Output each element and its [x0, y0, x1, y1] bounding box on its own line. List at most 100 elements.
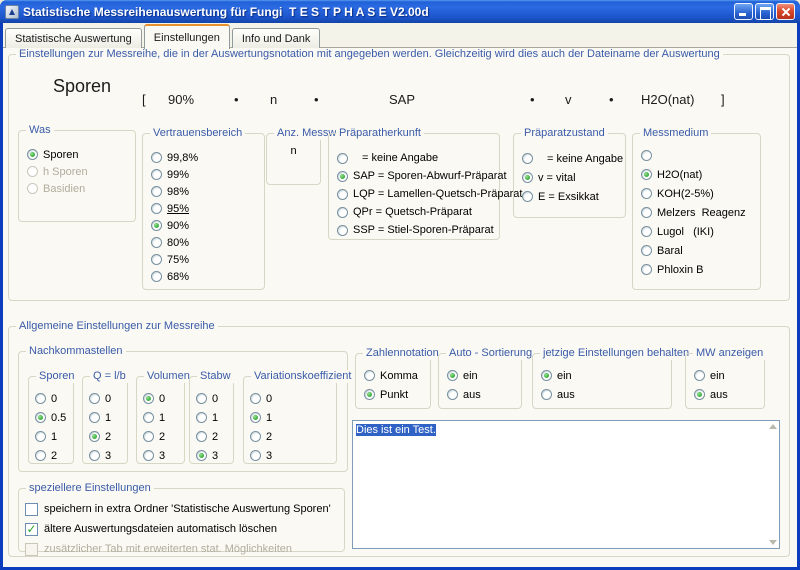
radio-zustand-exsikkat[interactable]: E = Exsikkat [522, 187, 625, 206]
scroll-up-icon[interactable] [769, 424, 777, 429]
radio-nk-stabw-1[interactable]: 1 [196, 408, 233, 427]
radio-medium-koh[interactable]: KOH(2-5%) [641, 184, 760, 203]
radio-nk-q-2[interactable]: 2 [89, 427, 127, 446]
radio-icon [694, 370, 705, 381]
tab-statistische-auswertung[interactable]: Statistische Auswertung [5, 28, 142, 48]
formula-count: n [270, 92, 277, 107]
radio-medium-melzers[interactable]: Melzers Reagenz [641, 203, 760, 222]
formula-bracket-close: ] [721, 92, 725, 107]
radio-was-sporen[interactable]: Sporen [27, 146, 135, 163]
window-body: Statistische Auswertung Einstellungen In… [3, 23, 797, 567]
radio-sortierung-aus[interactable]: aus [447, 385, 521, 404]
radio-medium-h2o[interactable]: H2O(nat) [641, 165, 760, 184]
radio-nk-q-1[interactable]: 1 [89, 408, 127, 427]
radio-vb-75[interactable]: 75% [151, 251, 264, 268]
radio-medium-lugol[interactable]: Lugol (IKI) [641, 222, 760, 241]
radio-herkunft-ssp[interactable]: SSP = Stiel-Sporen-Präparat [337, 221, 499, 239]
radio-behalten-ein[interactable]: ein [541, 366, 671, 385]
radio-icon [143, 431, 154, 442]
checkbox-zusatz-tab: zusätzlicher Tab mit erweiterten stat. M… [25, 539, 344, 559]
radio-herkunft-qpr[interactable]: QPr = Quetsch-Präparat [337, 203, 499, 221]
radio-nk-sporen-2[interactable]: 2 [35, 446, 73, 465]
radio-vb-80[interactable]: 80% [151, 234, 264, 251]
radio-icon [196, 450, 207, 461]
checkbox-extra-ordner[interactable]: speichern in extra Ordner 'Statistische … [25, 499, 344, 519]
minimize-button[interactable] [734, 3, 753, 20]
radio-icon [250, 450, 261, 461]
radio-behalten-aus[interactable]: aus [541, 385, 671, 404]
radio-nk-stabw-3[interactable]: 3 [196, 446, 233, 465]
radio-vb-68[interactable]: 68% [151, 268, 264, 285]
radio-mw-aus[interactable]: aus [694, 385, 764, 404]
radio-zustand-keine-angabe[interactable]: = keine Angabe [522, 149, 625, 168]
radio-icon [35, 450, 46, 461]
radio-nk-vk-0[interactable]: 0 [250, 389, 336, 408]
radio-icon [151, 203, 162, 214]
radio-nk-vk-2[interactable]: 2 [250, 427, 336, 446]
radio-medium-leer[interactable] [641, 146, 760, 165]
radio-nk-vol-2[interactable]: 2 [143, 427, 184, 446]
page-einstellungen: Einstellungen zur Messreihe, die in der … [3, 48, 797, 567]
radio-mw-ein[interactable]: ein [694, 366, 764, 385]
radio-nk-vol-0[interactable]: 0 [143, 389, 184, 408]
radio-vb-98[interactable]: 98% [151, 183, 264, 200]
radio-nk-q-3[interactable]: 3 [89, 446, 127, 465]
group-nk-volumen: Volumen 0 1 2 3 [136, 376, 185, 464]
radio-vb-95[interactable]: 95% [151, 200, 264, 217]
radio-icon [143, 393, 154, 404]
radio-nk-stabw-2[interactable]: 2 [196, 427, 233, 446]
radio-nk-sporen-1[interactable]: 1 [35, 427, 73, 446]
radio-vb-90[interactable]: 90% [151, 217, 264, 234]
radio-icon [151, 254, 162, 265]
radio-herkunft-sap[interactable]: SAP = Sporen-Abwurf-Präparat [337, 167, 499, 185]
group-spezielle-einstellungen: speziellere Einstellungen speichern in e… [18, 488, 345, 552]
close-button[interactable] [776, 3, 795, 20]
tab-einstellungen[interactable]: Einstellungen [144, 24, 230, 49]
checkbox-icon [25, 523, 38, 536]
radio-notation-punkt[interactable]: Punkt [364, 385, 430, 404]
group-title-einstellungen-behalten: jetzige Einstellungen behalten [540, 347, 692, 360]
radio-was-basidien: Basidien [27, 180, 135, 197]
radio-medium-phloxin[interactable]: Phloxin B [641, 260, 760, 279]
radio-icon [337, 225, 348, 236]
maximize-button[interactable] [755, 3, 774, 20]
group-title-auto-sortierung: Auto - Sortierung [446, 347, 535, 360]
radio-icon [337, 207, 348, 218]
radio-nk-q-0[interactable]: 0 [89, 389, 127, 408]
checkbox-alte-dateien-loeschen[interactable]: ältere Auswertungsdateien automatisch lö… [25, 519, 344, 539]
radio-vb-998[interactable]: 99,8% [151, 149, 264, 166]
radio-nk-vk-3[interactable]: 3 [250, 446, 336, 465]
radio-nk-stabw-0[interactable]: 0 [196, 389, 233, 408]
radio-medium-baral[interactable]: Baral [641, 241, 760, 260]
group-zahlennotation: Zahlennotation Komma Punkt [355, 353, 431, 409]
group-anz-messwerte: Anz. Messwerte n [266, 133, 321, 185]
radio-icon [447, 389, 458, 400]
tab-info-und-dank[interactable]: Info und Dank [232, 28, 321, 48]
group-title-spezielle-einstellungen: speziellere Einstellungen [26, 482, 154, 495]
radio-nk-sporen-0[interactable]: 0 [35, 389, 73, 408]
radio-icon [522, 172, 533, 183]
radio-nk-vol-1[interactable]: 1 [143, 408, 184, 427]
radio-vb-99[interactable]: 99% [151, 166, 264, 183]
radio-notation-komma[interactable]: Komma [364, 366, 430, 385]
radio-herkunft-keine-angabe[interactable]: = keine Angabe [337, 149, 499, 167]
radio-icon [151, 220, 162, 231]
radio-herkunft-lqp[interactable]: LQP = Lamellen-Quetsch-Präparat [337, 185, 499, 203]
radio-icon [35, 412, 46, 423]
radio-sortierung-ein[interactable]: ein [447, 366, 521, 385]
checkbox-icon [25, 503, 38, 516]
notes-textarea[interactable]: Dies ist ein Test. [352, 420, 780, 549]
radio-zustand-vital[interactable]: v = vital [522, 168, 625, 187]
formula-dot: • [234, 92, 239, 107]
radio-icon [641, 188, 652, 199]
radio-icon [250, 393, 261, 404]
group-title-vertrauensbereich: Vertrauensbereich [150, 127, 245, 140]
formula-dot: • [609, 92, 614, 107]
radio-nk-sporen-05[interactable]: 0.5 [35, 408, 73, 427]
radio-icon [337, 171, 348, 182]
formula-dot: • [530, 92, 535, 107]
radio-nk-vol-3[interactable]: 3 [143, 446, 184, 465]
formula-confidence: 90% [168, 92, 194, 107]
radio-nk-vk-1[interactable]: 1 [250, 408, 336, 427]
scroll-down-icon[interactable] [769, 540, 777, 545]
